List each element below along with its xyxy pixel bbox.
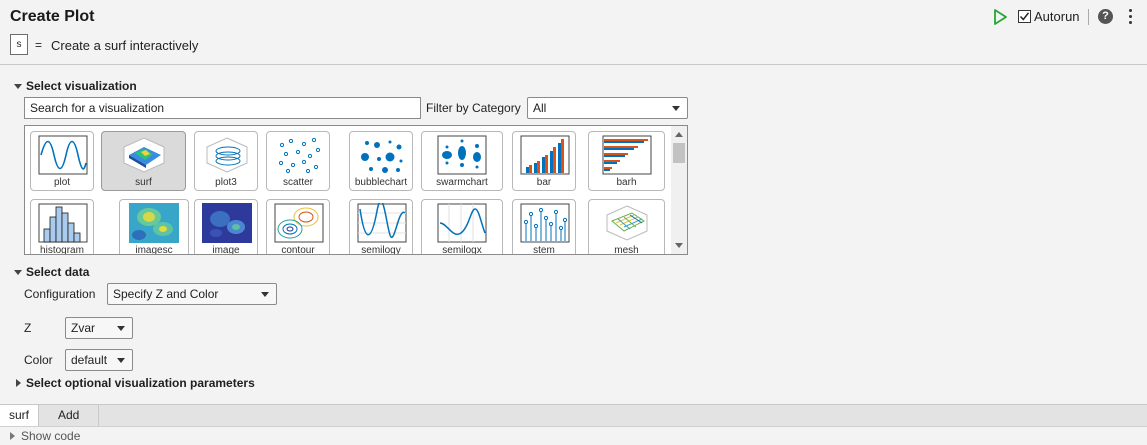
category-dropdown-value: All	[533, 101, 547, 115]
scatter-icon	[278, 137, 321, 174]
autorun-label: Autorun	[1034, 8, 1080, 24]
scroll-thumb[interactable]	[673, 143, 685, 163]
imagesc-icon	[129, 203, 179, 243]
tab-surf[interactable]: surf	[0, 405, 40, 427]
tile-barh[interactable]: barh	[588, 131, 665, 191]
tile-imagesc[interactable]: imagesc	[119, 199, 189, 255]
color-dropdown[interactable]: default	[65, 349, 133, 371]
tile-label: semilogx	[442, 245, 482, 255]
tile-scatter[interactable]: scatter	[266, 131, 330, 191]
autorun-checkbox[interactable]	[1018, 9, 1031, 23]
task-title: Create Plot	[10, 8, 95, 25]
tile-image[interactable]: image	[194, 199, 258, 255]
z-dropdown[interactable]: Zvar	[65, 317, 133, 339]
plot3-icon	[206, 137, 248, 173]
configuration-label: Configuration	[24, 287, 96, 301]
filter-category-label: Filter by Category	[426, 101, 521, 115]
section-label: Select optional visualization parameters	[26, 376, 255, 390]
configuration-dropdown[interactable]: Specify Z and Color	[107, 283, 277, 305]
tile-label: bar	[536, 177, 552, 188]
gallery-scrollbar[interactable]	[671, 126, 687, 254]
histogram-icon	[38, 203, 88, 243]
plot-icon	[38, 135, 88, 175]
tile-plot3[interactable]: plot3	[194, 131, 258, 191]
tile-bubblechart[interactable]: bubblechart	[349, 131, 413, 191]
section-label: Select data	[26, 265, 90, 279]
tile-label: barh	[616, 177, 637, 188]
autorun-toggle[interactable]: Autorun	[1018, 7, 1080, 25]
output-variable-box[interactable]: s	[10, 34, 28, 55]
scroll-down-icon[interactable]	[675, 243, 683, 248]
tile-semilogx[interactable]: semilogx	[421, 199, 503, 255]
chevron-down-icon	[117, 358, 125, 363]
tile-label: plot3	[215, 177, 237, 188]
tile-label: histogram	[40, 245, 84, 255]
semilogy-icon	[357, 203, 407, 243]
chevron-down-icon	[261, 292, 269, 297]
scroll-up-icon[interactable]	[675, 132, 683, 137]
bar-icon	[520, 135, 570, 175]
z-value: Zvar	[71, 321, 95, 335]
tile-label: plot	[53, 177, 71, 188]
tile-surf[interactable]: surf	[101, 131, 186, 191]
toolbar-divider	[1088, 9, 1089, 25]
collapse-arrow-icon	[14, 83, 22, 89]
tile-stem[interactable]: stem	[512, 199, 576, 255]
run-icon[interactable]	[992, 9, 1008, 25]
semilogx-icon	[437, 203, 487, 243]
show-code-label: Show code	[21, 429, 81, 443]
tile-semilogy[interactable]: semilogy	[349, 199, 413, 255]
chevron-down-icon	[672, 106, 680, 111]
select-data-section[interactable]: Select data	[14, 265, 89, 279]
visualization-search-input[interactable]: Search for a visualization	[24, 97, 421, 119]
tile-label: scatter	[282, 177, 313, 188]
task-header: Create Plot s = Create a surf interactiv…	[0, 0, 1147, 64]
tile-label: bubblechart	[354, 177, 408, 188]
show-code-bar[interactable]: Show code	[0, 426, 1147, 445]
tile-label: stem	[533, 245, 555, 255]
bubblechart-icon	[361, 140, 403, 173]
surf-icon	[123, 137, 165, 173]
tile-swarmchart[interactable]: swarmchart	[421, 131, 503, 191]
tile-bar[interactable]: bar	[512, 131, 576, 191]
tile-label: image	[212, 245, 240, 255]
swarmchart-icon	[437, 135, 487, 175]
section-label: Select visualization	[26, 79, 137, 93]
visualization-gallery: plot surf plot3 scatter bubblechart swar…	[24, 125, 688, 255]
task-panel: Select visualization Search for a visual…	[0, 64, 1147, 404]
barh-icon	[602, 135, 652, 175]
more-options-icon[interactable]	[1127, 8, 1133, 26]
mesh-icon	[606, 205, 648, 241]
tile-label: mesh	[614, 245, 639, 255]
chevron-down-icon	[117, 326, 125, 331]
select-visualization-section[interactable]: Select visualization	[14, 79, 137, 93]
select-optional-parameters-section[interactable]: Select optional visualization parameters	[14, 376, 255, 390]
configuration-value: Specify Z and Color	[113, 287, 219, 301]
tile-label: contour	[281, 245, 315, 255]
tile-plot[interactable]: plot	[30, 131, 94, 191]
tile-mesh[interactable]: mesh	[588, 199, 665, 255]
tab-add[interactable]: Add	[49, 405, 99, 427]
expand-arrow-icon	[10, 432, 15, 440]
tile-label: semilogy	[361, 245, 401, 255]
task-summary: Create a surf interactively	[51, 38, 199, 53]
help-icon[interactable]: ?	[1098, 9, 1113, 24]
tile-label: surf	[135, 177, 152, 188]
expand-arrow-icon	[16, 379, 21, 387]
tile-contour[interactable]: contour	[266, 199, 330, 255]
z-label: Z	[24, 321, 32, 335]
image-icon	[202, 203, 252, 243]
color-value: default	[71, 353, 108, 367]
tile-label: imagesc	[135, 245, 173, 255]
color-label: Color	[24, 353, 53, 367]
equals-sign: =	[35, 38, 43, 52]
tile-label: swarmchart	[436, 177, 488, 188]
collapse-arrow-icon	[14, 269, 22, 275]
tile-histogram[interactable]: histogram	[30, 199, 94, 255]
contour-icon	[274, 203, 324, 243]
output-tabs: surf Add	[0, 404, 1147, 427]
stem-icon	[520, 203, 570, 243]
category-dropdown[interactable]: All	[527, 97, 688, 119]
